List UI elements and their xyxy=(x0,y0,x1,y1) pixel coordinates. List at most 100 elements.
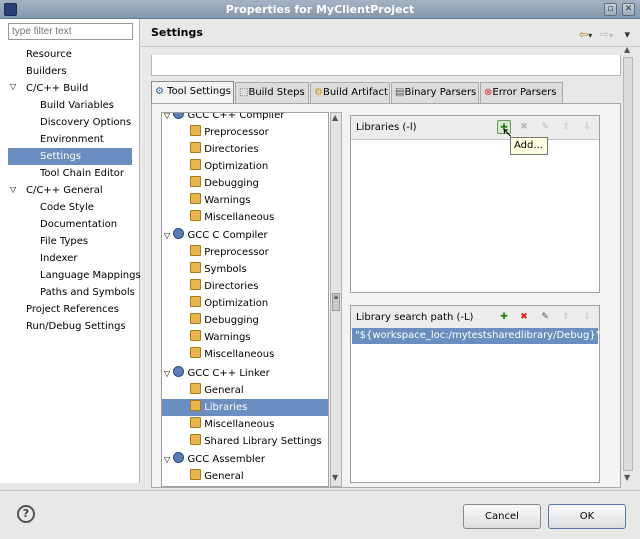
library-path-label: Library search path (-L) xyxy=(356,312,474,323)
ok-button[interactable]: OK xyxy=(548,504,626,529)
back-icon[interactable]: ⇦ xyxy=(579,28,588,41)
view-menu-icon[interactable]: ▾ xyxy=(624,28,630,41)
tab-tool-settings[interactable]: ⚙ Tool Settings xyxy=(151,81,234,103)
window-title: Properties for MyClientProject xyxy=(225,3,415,16)
move-down-icon[interactable]: ⇩ xyxy=(580,310,594,324)
tab-build-steps[interactable]: ⬚Build Steps xyxy=(235,82,309,103)
tree-item-paths-and-symbols[interactable]: Paths and Symbols xyxy=(40,284,135,301)
option-category-icon xyxy=(190,262,201,273)
move-up-icon[interactable]: ⇧ xyxy=(559,310,573,324)
tree-item-tool-chain-editor[interactable]: Tool Chain Editor xyxy=(40,165,124,182)
help-icon[interactable]: ? xyxy=(17,505,35,523)
tree-item-libraries[interactable]: Libraries xyxy=(162,399,328,416)
libraries-list: Libraries (-l) ✚ ✖ ✎ ⇧ ⇩ xyxy=(350,115,600,293)
tree-item-miscellaneous[interactable]: Miscellaneous xyxy=(190,209,274,226)
tab-error-parsers[interactable]: ⊗Error Parsers xyxy=(480,82,563,103)
option-category-icon xyxy=(190,383,201,394)
libraries-header: Libraries (-l) ✚ ✖ ✎ ⇧ ⇩ xyxy=(351,116,599,140)
tree-item-general[interactable]: General xyxy=(190,468,244,485)
tree-item-documentation[interactable]: Documentation xyxy=(40,216,117,233)
tree-item-cpp-build[interactable]: C/C++ Build xyxy=(26,80,88,97)
tab-label: Build Artifact xyxy=(322,87,388,98)
tree-item-file-types[interactable]: File Types xyxy=(40,233,88,250)
filter-input[interactable] xyxy=(8,23,133,40)
tree-group-gcc-assembler[interactable]: ▽ GCC Assembler xyxy=(164,451,265,468)
library-path-header: Library search path (-L) ✚ ✖ ✎ ⇧ ⇩ xyxy=(351,306,599,330)
tree-group-gcc-c-compiler[interactable]: ▽ GCC C Compiler xyxy=(164,227,268,244)
tree-item-label: Debugging xyxy=(204,315,259,326)
tree-item-preprocessor[interactable]: Preprocessor xyxy=(190,244,269,261)
tree-item-warnings[interactable]: Warnings xyxy=(190,329,251,346)
tree-item-environment[interactable]: Environment xyxy=(40,131,104,148)
option-category-icon xyxy=(190,417,201,428)
option-category-icon xyxy=(190,313,201,324)
tree-item-resource[interactable]: Resource xyxy=(26,46,72,63)
expand-icon[interactable]: ▽ xyxy=(10,83,18,91)
option-category-icon xyxy=(190,125,201,136)
tree-item-preprocessor[interactable]: Preprocessor xyxy=(190,124,269,141)
tree-item-builders[interactable]: Builders xyxy=(26,63,67,80)
tree-item-optimization[interactable]: Optimization xyxy=(190,295,268,312)
option-category-icon xyxy=(190,400,201,411)
tree-item-debugging[interactable]: Debugging xyxy=(190,312,259,329)
cancel-button[interactable]: Cancel xyxy=(463,504,541,529)
tree-item-label: Directories xyxy=(204,281,259,292)
library-search-path-list: Library search path (-L) ✚ ✖ ✎ ⇧ ⇩ "${wo… xyxy=(350,305,600,483)
tab-binary-parsers[interactable]: ▤Binary Parsers xyxy=(391,82,479,103)
tab-label: Binary Parsers xyxy=(404,87,477,98)
tree-group-gcc-cpp-compiler[interactable]: ▽ GCC C++ Compiler xyxy=(164,113,284,124)
tree-item-symbols[interactable]: Symbols xyxy=(190,261,247,278)
edit-path-icon[interactable]: ✎ xyxy=(538,310,552,324)
page-scrollbar[interactable]: ▲ ▼ xyxy=(622,45,634,485)
tree-item-directories[interactable]: Directories xyxy=(190,278,259,295)
expand-icon[interactable]: ▽ xyxy=(10,186,18,194)
back-menu-icon[interactable]: ▾ xyxy=(588,31,592,40)
tree-item-directories[interactable]: Directories xyxy=(190,141,259,158)
move-up-icon[interactable]: ⇧ xyxy=(559,120,573,134)
tree-item-label: Miscellaneous xyxy=(204,349,275,360)
tree-item-general[interactable]: General xyxy=(190,382,244,399)
option-category-icon xyxy=(190,159,201,170)
libraries-label: Libraries (-l) xyxy=(356,122,417,133)
option-category-icon xyxy=(190,245,201,256)
tree-item-cpp-general[interactable]: C/C++ General xyxy=(26,182,103,199)
tab-build-artifact[interactable]: ⚙Build Artifact xyxy=(310,82,390,103)
tree-item-label: Debugging xyxy=(204,178,259,189)
tree-item-warnings[interactable]: Warnings xyxy=(190,192,251,209)
tree-item-discovery-options[interactable]: Discovery Options xyxy=(40,114,131,131)
build-artifact-icon: ⚙ xyxy=(314,87,323,98)
tree-item-label: GCC C++ Linker xyxy=(187,368,270,379)
tree-item-run-debug-settings[interactable]: Run/Debug Settings xyxy=(26,318,126,335)
page-title: Settings xyxy=(151,26,203,39)
option-category-icon xyxy=(190,193,201,204)
tool-icon xyxy=(173,228,185,239)
tree-group-gcc-cpp-linker[interactable]: ▽ GCC C++ Linker xyxy=(164,365,270,382)
tree-item-build-variables[interactable]: Build Variables xyxy=(40,97,114,114)
tree-item-language-mappings[interactable]: Language Mappings xyxy=(40,267,141,284)
delete-path-icon[interactable]: ✖ xyxy=(517,310,531,324)
forward-icon[interactable]: ⇨ xyxy=(600,28,609,41)
library-path-entry[interactable]: "${workspace_loc:/mytestsharedlibrary/De… xyxy=(352,328,600,344)
tool-tree-scrollbar[interactable]: ▲ ≡ ▼ xyxy=(330,112,342,487)
tree-item-project-references[interactable]: Project References xyxy=(26,301,119,318)
tree-item-optimization[interactable]: Optimization xyxy=(190,158,268,175)
edit-library-icon[interactable]: ✎ xyxy=(538,120,552,134)
tree-item-indexer[interactable]: Indexer xyxy=(40,250,78,267)
tree-item-miscellaneous[interactable]: Miscellaneous xyxy=(190,416,274,433)
close-icon[interactable]: ✕ xyxy=(622,3,635,16)
left-panel: Resource Builders ▽ C/C++ Build Build Va… xyxy=(0,19,141,483)
tree-item-label: Preprocessor xyxy=(204,127,269,138)
forward-menu-icon[interactable]: ▾ xyxy=(609,31,613,40)
tab-label: Tool Settings xyxy=(167,86,231,97)
tree-item-debugging[interactable]: Debugging xyxy=(190,175,259,192)
delete-library-icon[interactable]: ✖ xyxy=(517,120,531,134)
tree-item-settings[interactable]: Settings xyxy=(8,148,132,165)
tree-item-label: Symbols xyxy=(204,264,247,275)
add-path-icon[interactable]: ✚ xyxy=(497,310,511,324)
maximize-icon[interactable]: ▫ xyxy=(604,3,617,16)
tree-item-miscellaneous[interactable]: Miscellaneous xyxy=(190,346,274,363)
move-down-icon[interactable]: ⇩ xyxy=(580,120,594,134)
tool-icon xyxy=(173,366,185,377)
tree-item-shared-library-settings[interactable]: Shared Library Settings xyxy=(190,433,322,450)
tree-item-code-style[interactable]: Code Style xyxy=(40,199,94,216)
